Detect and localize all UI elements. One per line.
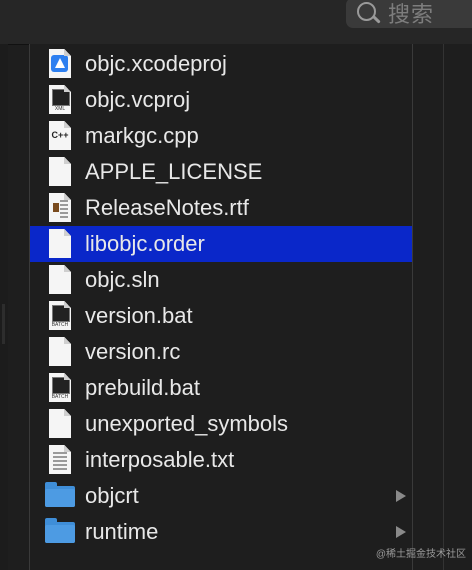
folder-row[interactable]: runtime	[30, 514, 412, 550]
file-row[interactable]: APPLE_LICENSE	[30, 154, 412, 190]
search-icon	[354, 0, 382, 27]
file-row[interactable]: XML objc.vcproj	[30, 82, 412, 118]
file-row[interactable]: BATCH version.bat	[30, 298, 412, 334]
document-icon	[44, 154, 78, 190]
file-row[interactable]: ReleaseNotes.rtf	[30, 190, 412, 226]
search-field[interactable]: 搜索	[346, 0, 472, 28]
text-file-icon	[44, 442, 78, 478]
watermark: @稀土掘金技术社区	[375, 549, 466, 560]
xml-file-icon: XML	[44, 82, 78, 118]
file-name-label: APPLE_LICENSE	[85, 159, 263, 184]
batch-file-icon: BATCH	[44, 298, 78, 334]
file-name-label: interposable.txt	[85, 447, 235, 472]
document-icon	[44, 262, 78, 298]
chevron-right-icon	[396, 490, 406, 502]
file-row[interactable]: C++ markgc.cpp	[30, 118, 412, 154]
file-name-label: objc.sln	[85, 267, 160, 292]
file-name-label: libobjc.order	[85, 231, 205, 256]
file-name-label: objcrt	[85, 483, 139, 508]
file-row[interactable]: libobjc.order	[30, 226, 412, 262]
rtf-file-icon	[44, 190, 78, 226]
file-name-label: runtime	[85, 519, 159, 544]
file-name-label: version.rc	[85, 339, 181, 364]
file-name-label: prebuild.bat	[85, 375, 200, 400]
chevron-right-icon	[396, 526, 406, 538]
folder-row[interactable]: objcrt	[30, 478, 412, 514]
xcodeproj-file-icon	[44, 46, 78, 82]
document-icon	[44, 226, 78, 262]
file-row[interactable]: BATCH prebuild.bat	[30, 370, 412, 406]
document-icon	[44, 334, 78, 370]
file-row[interactable]: unexported_symbols	[30, 406, 412, 442]
folder-icon	[44, 478, 78, 514]
cpp-file-icon: C++	[44, 118, 78, 154]
file-name-label: ReleaseNotes.rtf	[85, 195, 249, 220]
file-row[interactable]: interposable.txt	[30, 442, 412, 478]
file-name-label: objc.xcodeproj	[85, 51, 227, 76]
file-row[interactable]: objc.xcodeproj	[30, 46, 412, 82]
search-placeholder: 搜索	[388, 2, 435, 27]
document-icon	[44, 406, 78, 442]
toolbar: 搜索	[0, 0, 472, 45]
batch-file-icon: BATCH	[44, 370, 78, 406]
file-list: objc.xcodeproj XML objc.vcproj C++ markgc.cp…	[30, 46, 412, 550]
file-row[interactable]: version.rc	[30, 334, 412, 370]
file-name-label: markgc.cpp	[85, 123, 199, 148]
file-name-label: objc.vcproj	[85, 87, 191, 112]
file-name-label: unexported_symbols	[85, 411, 289, 436]
folder-icon	[44, 514, 78, 550]
next-column	[413, 44, 472, 570]
file-name-label: version.bat	[85, 303, 193, 328]
file-row[interactable]: objc.sln	[30, 262, 412, 298]
previous-column	[0, 44, 8, 570]
